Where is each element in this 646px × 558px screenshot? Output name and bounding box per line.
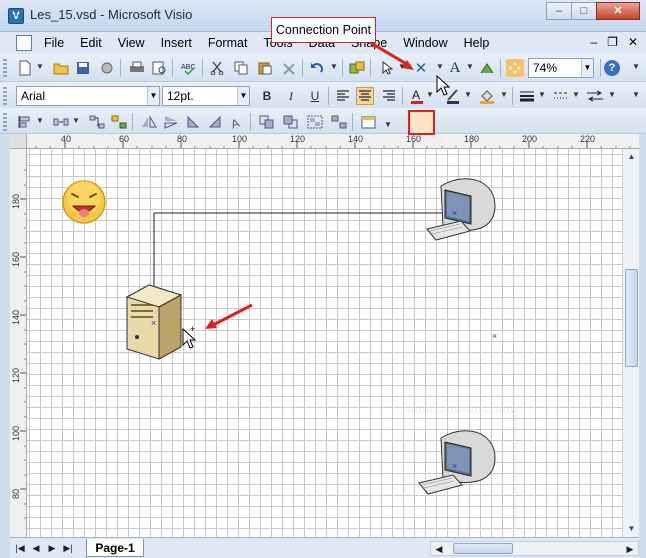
ruler-label: 200 xyxy=(522,134,538,144)
ruler-label: 80 xyxy=(177,134,188,144)
next-page-icon[interactable]: ▶ xyxy=(46,542,58,554)
connect-shapes-icon[interactable] xyxy=(88,113,106,131)
horizontal-scroll-thumb[interactable] xyxy=(453,543,513,554)
rotate-text-icon[interactable]: A xyxy=(228,113,246,131)
svg-text:×: × xyxy=(151,318,156,328)
ruler-label: 80 xyxy=(11,488,21,499)
distribute-dropdown-icon[interactable]: ▼ xyxy=(72,116,80,125)
align-shapes-icon[interactable] xyxy=(16,113,34,131)
ungroup-icon[interactable] xyxy=(330,113,348,131)
ruler-label: 120 xyxy=(11,367,21,383)
mouse-cursor-icon: + xyxy=(182,324,197,349)
ruler-label: 180 xyxy=(11,193,21,209)
ruler-corner[interactable] xyxy=(10,134,27,149)
computer-shape-bottom[interactable]: × xyxy=(418,430,496,495)
right-frame xyxy=(639,134,646,558)
svg-text:×: × xyxy=(452,461,457,471)
vertical-scrollbar[interactable]: ▲ ▼ xyxy=(622,149,639,537)
ruler-label: 100 xyxy=(11,425,21,441)
flip-horizontal-icon[interactable] xyxy=(140,113,158,131)
svg-text:+: + xyxy=(190,324,195,334)
distribute-shapes-icon[interactable] xyxy=(52,113,70,131)
scroll-left-icon[interactable]: ◀ xyxy=(433,543,445,555)
vertical-scroll-thumb[interactable] xyxy=(625,269,638,367)
pointer-arrow-annotation xyxy=(205,303,253,329)
ruler-label: 120 xyxy=(290,134,306,144)
computer-shape-top[interactable]: × xyxy=(426,178,496,241)
first-page-icon[interactable]: |◀ xyxy=(14,542,26,554)
group-icon[interactable] xyxy=(306,113,324,131)
ruler-label: 160 xyxy=(11,251,21,267)
ruler-label: 160 xyxy=(406,134,422,144)
previous-page-icon[interactable]: ◀ xyxy=(30,542,42,554)
ruler-label: 100 xyxy=(232,134,248,144)
scroll-right-icon[interactable]: ▶ xyxy=(624,543,636,555)
callout-arrow xyxy=(370,41,451,96)
ruler-label: 40 xyxy=(61,134,72,144)
svg-text:A: A xyxy=(229,116,241,129)
rotate-left-icon[interactable] xyxy=(184,113,202,131)
toolbar-gripper[interactable] xyxy=(3,113,7,131)
action-options-icon[interactable]: ▼ xyxy=(384,120,392,129)
ruler-label: 180 xyxy=(464,134,480,144)
svg-text:×: × xyxy=(452,208,457,218)
drawing-canvas[interactable]: × × + × × xyxy=(27,149,622,537)
align-shapes-dropdown-icon[interactable]: ▼ xyxy=(36,116,44,125)
ruler-label: 140 xyxy=(348,134,364,144)
connector-line[interactable] xyxy=(153,212,457,319)
layout-shapes-icon[interactable] xyxy=(110,113,128,131)
action-toolbar: ▼ ▼ A ▼ xyxy=(0,108,646,134)
ruler-label: 60 xyxy=(119,134,130,144)
left-frame xyxy=(0,134,10,558)
connection-point-marker[interactable]: × xyxy=(492,331,497,341)
page-tab[interactable]: Page-1 xyxy=(86,539,144,557)
last-page-icon[interactable]: ▶| xyxy=(62,542,74,554)
shape-properties-icon[interactable] xyxy=(360,113,378,131)
server-shape[interactable]: × xyxy=(125,284,183,360)
ruler-label: 140 xyxy=(11,309,21,325)
bring-to-front-icon[interactable] xyxy=(258,113,276,131)
scroll-down-icon[interactable]: ▼ xyxy=(623,521,640,537)
horizontal-scrollbar[interactable]: ◀ ▶ xyxy=(430,541,639,556)
vertical-ruler[interactable]: 180 160 140 120 100 80 xyxy=(10,149,27,537)
connection-point-highlight xyxy=(408,110,435,135)
rotate-right-icon[interactable] xyxy=(206,113,224,131)
ruler-label: 220 xyxy=(580,134,596,144)
page-navigation-bar: |◀ ◀ ▶ ▶| Page-1 ◀ ▶ xyxy=(10,537,639,558)
horizontal-ruler[interactable]: 40 60 80 100 120 140 160 180 200 220 xyxy=(27,134,639,149)
send-to-back-icon[interactable] xyxy=(282,113,300,131)
flip-vertical-icon[interactable] xyxy=(162,113,180,131)
emoticon-shape[interactable] xyxy=(62,180,106,224)
scroll-up-icon[interactable]: ▲ xyxy=(623,149,640,165)
